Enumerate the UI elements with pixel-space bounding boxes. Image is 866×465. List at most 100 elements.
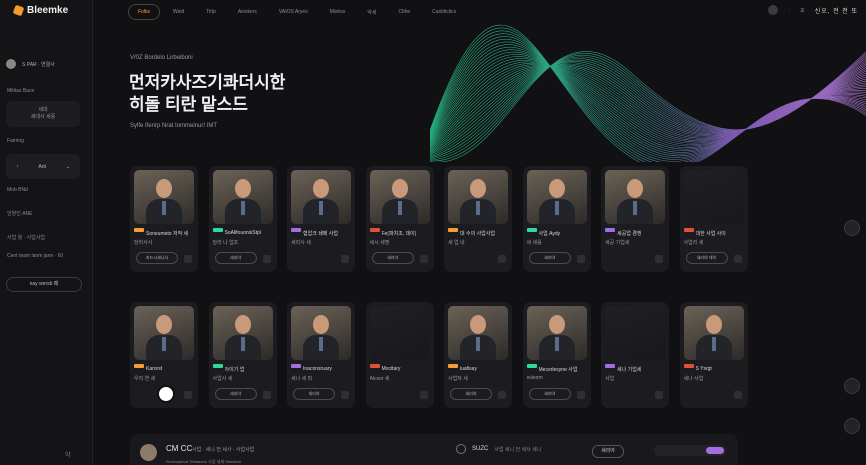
arrow-icon: ↑ [15,163,19,170]
person-role: 세 세를 [526,240,542,246]
tab-2[interactable]: Tirlp [197,5,225,19]
pin-icon[interactable] [844,418,860,434]
tab-1[interactable]: Weid [164,5,193,19]
bottom-mid: SUZC 사업 세니 전 세사 세니 [456,444,541,454]
logo-text: Bleemke [27,5,69,16]
sidebar: Bleemke S PAR · 연결사 Mititas Bace 세대 세대사 … [0,0,93,465]
bookmark-icon[interactable] [341,391,349,399]
wave-line [430,33,866,162]
sidebar-item-4[interactable]: Cent team lanm jane · 60 [7,253,63,259]
bottom-button[interactable]: 세리야 [592,445,624,458]
bookmark-icon[interactable] [655,255,663,263]
avatar [140,444,157,461]
person-card[interactable]: 세공업 경쟁세공 기업세 [601,166,669,272]
bookmark-icon[interactable] [733,391,742,399]
bookmark-icon[interactable] [419,391,428,399]
person-card[interactable]: Inaconsruary 세나 세 피 세리야 [287,302,355,408]
top-nav: Folks Weid Tirlp Aviokers VAIOS Aryes Mishss 약… [128,4,465,20]
bookmark-icon[interactable] [262,255,271,263]
pen-icon[interactable] [844,220,860,236]
person-photo [683,170,744,224]
tab-6[interactable]: 약세 [358,5,385,20]
progress-toggle[interactable] [654,445,726,456]
person-role: Alcsor 세 [369,376,390,382]
bookmark-icon[interactable] [655,391,663,399]
side-card[interactable]: 세대 세대사 세중 [6,101,80,127]
bottom-description: Senhwaleurt Tefaarahn 사업 세세 Seedtum [166,459,242,464]
person-card[interactable]: Mecerlesyne 사업 esleom 세리야 [522,302,591,408]
card-button[interactable]: 세리야 [214,252,257,264]
person-card[interactable]: Soneumeto 저작 세 당라사사 카드시세니사 [130,166,198,272]
person-photo [605,170,665,224]
bottom-role: 사업 · 세니 전 세사 · 사업사업 [192,447,255,453]
bookmark-icon[interactable] [576,391,585,399]
person-photo [369,170,430,224]
person-role: 세공 기업세 [605,240,630,246]
person-name: SoAlifouonisStpl [224,230,261,236]
bookmark-icon[interactable] [184,391,192,399]
bookmark-icon[interactable] [184,255,192,263]
side-select[interactable]: ↑ Ant ⌄ [6,154,80,179]
sidebar-pill-button[interactable]: nay wersb 패 [6,277,82,292]
tab-3[interactable]: Aviokers [229,5,266,19]
person-card[interactable]: S Ysrgt 세나 사업 [679,302,748,408]
hero-kicker: V/0Z Bordelo Lirbeiboni [130,55,193,61]
card-button[interactable]: 세리야 데이 [685,252,728,264]
tab-7[interactable]: Clthe [389,5,419,19]
tag-icon [369,364,380,368]
card-button[interactable]: 세리야 [293,388,335,400]
person-name: Mocitary [381,366,401,372]
person-photo [134,306,194,360]
bookmark-icon[interactable] [498,391,506,399]
card-button[interactable]: 세리야 [450,388,492,400]
sidebar-item-3[interactable]: 사업 월 · 사업사업 [7,234,45,241]
card-button[interactable]: 세리야 [528,388,571,400]
person-name: 세공업 경쟁 [617,231,642,237]
person-card[interactable]: 대 수의 사업사업 세 업 내 [444,166,512,272]
tab-5[interactable]: Mishss [321,5,355,19]
person-card[interactable]: 혐압크 쇄메 사업 세리사 세 [287,166,355,272]
person-role: 사업자 세 [448,376,468,382]
chevron-down-icon: ⌄ [65,163,71,170]
card-button[interactable]: 카드시세니사 [136,252,178,264]
card-button[interactable]: 세리야 [371,252,414,264]
user-row[interactable]: S PAR · 연결사 [6,59,55,69]
person-card[interactable]: Fe(파치조, 데이) 세시 세명 세리야 [365,166,434,272]
app-logo[interactable]: Bleemke [12,4,69,17]
bookmark-icon[interactable] [419,255,428,263]
person-role: 사업사 세 [212,376,233,382]
section-label: Mititas Bace [7,88,35,94]
bookmark-icon[interactable] [498,255,506,263]
hero-wave-graphic [430,24,866,162]
person-name: 대 수의 사업사업 [460,231,495,237]
person-name: 대한 사업 사이 [695,231,726,237]
person-card[interactable]: iuafisay 사업자 세세리야 [444,302,512,408]
person-name: iuafisay [460,366,477,372]
tab-4[interactable]: VAIOS Aryes [270,5,317,19]
person-card[interactable]: 사업 Aydy 세 세를 세리야 [522,166,591,272]
bookmark-icon[interactable] [576,255,585,263]
info-icon[interactable] [456,444,466,454]
tag-icon [683,228,694,232]
settings-icon[interactable] [844,378,860,394]
card-button[interactable]: 세리야 [528,252,571,264]
person-card[interactable]: 대한 사업 사이 사업리 세 세리야 데이 [679,166,748,272]
sidebar-item-2[interactable]: 안양인 ANE [7,210,32,217]
person-card[interactable]: SoAlifouonisStpl 당라 나 업조세리야 [208,166,277,272]
bookmark-icon[interactable] [733,255,742,263]
bookmark-icon[interactable] [341,255,349,263]
tab-0[interactable]: Folks [128,4,160,20]
person-card[interactable]: Mocitary Alcsor 세 [365,302,434,408]
hero-subtitle: Sylfe Iferirp Nrat Iommeinur! IMT [130,123,218,129]
card-button[interactable]: 세리야 [214,388,257,400]
person-card[interactable]: 아이기 업 사업사 세 세리야 [208,302,277,408]
user-label: S PAR · 연결사 [22,61,55,68]
person-card[interactable]: 세나 기업세 사업 [601,302,669,408]
person-photo [526,306,587,360]
person-role: 당라 나 업조 [212,240,239,246]
bookmark-icon[interactable] [262,391,271,399]
tag-icon [448,364,458,368]
select-value: Ant [38,163,46,170]
person-role: 세시 세명 [369,240,390,246]
sidebar-item-1[interactable]: Mob BNd [7,187,28,193]
